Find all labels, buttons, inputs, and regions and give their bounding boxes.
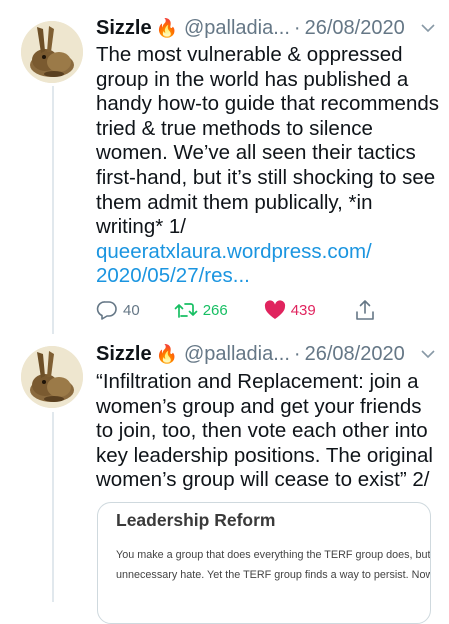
link-card[interactable]: Leadership Reform You make a group that …	[97, 502, 431, 624]
tweet-body: “Infiltration and Replacement: join a wo…	[96, 370, 439, 493]
chevron-down-icon[interactable]	[421, 23, 435, 33]
hare-avatar-icon	[21, 346, 83, 408]
tweet-actions: 40 266 439	[96, 298, 399, 322]
author-name[interactable]: Sizzle	[96, 17, 152, 40]
chevron-down-icon[interactable]	[421, 349, 435, 359]
fire-emoji: 🔥	[155, 343, 178, 364]
like-count: 439	[290, 301, 316, 319]
heart-icon	[264, 300, 285, 319]
thread-line	[52, 86, 54, 334]
tweet-link[interactable]: queeratxlaura.wordpress.com/ 2020/05/27/…	[96, 240, 439, 289]
author-handle[interactable]: @palladia...	[184, 343, 290, 366]
tweet-date[interactable]: 26/08/2020	[305, 17, 405, 40]
reply-count: 40	[123, 301, 140, 319]
avatar[interactable]	[21, 346, 83, 408]
separator: ·	[293, 342, 301, 365]
avatar[interactable]	[21, 21, 83, 83]
card-title: Leadership Reform	[116, 510, 276, 530]
thread-line	[52, 412, 54, 602]
tweet-date[interactable]: 26/08/2020	[305, 343, 405, 366]
tweet-body: The most vulnerable & oppressed group in…	[96, 43, 439, 289]
reply-icon	[96, 301, 117, 320]
card-description: You make a group that does everything th…	[116, 545, 431, 585]
link-line: 2020/05/27/res...	[96, 264, 250, 288]
hare-avatar-icon	[21, 21, 83, 83]
card-line: You make a group that does everything th…	[116, 549, 431, 561]
author-handle[interactable]: @palladia...	[184, 17, 290, 40]
tweet-text: The most vulnerable & oppressed group in…	[96, 43, 440, 239]
tweet-header: Sizzle 🔥 @palladia... · 26/08/2020	[96, 340, 435, 368]
tweet-text: “Infiltration and Replacement: join a wo…	[96, 370, 433, 492]
link-line: queeratxlaura.wordpress.com/	[96, 239, 372, 263]
author-name[interactable]: Sizzle	[96, 343, 152, 366]
retweet-button[interactable]: 266	[174, 301, 228, 319]
separator: ·	[293, 16, 301, 39]
tweet-header: Sizzle 🔥 @palladia... · 26/08/2020	[96, 14, 435, 42]
like-button[interactable]: 439	[264, 300, 316, 320]
retweet-icon	[174, 303, 198, 318]
card-line: unnecessary hate. Yet the TERF group fin…	[116, 569, 431, 581]
share-button[interactable]	[354, 299, 376, 321]
retweet-count: 266	[202, 301, 228, 319]
reply-button[interactable]: 40	[96, 300, 140, 320]
fire-emoji: 🔥	[155, 17, 178, 38]
share-icon	[355, 300, 374, 320]
